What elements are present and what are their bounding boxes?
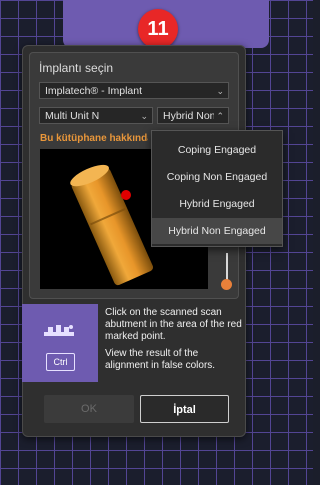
type-select[interactable]: Multi Unit N ⌄ xyxy=(39,107,153,124)
dialog-title: İmplantı seçin xyxy=(39,61,114,75)
ctrl-key-icon: Ctrl xyxy=(46,353,75,371)
scan-abutment-icon xyxy=(44,325,74,336)
instruction-line-2: View the result of the alignment in fals… xyxy=(105,348,216,371)
instruction-icon-box: Ctrl xyxy=(22,304,98,382)
step-number-badge: 11 xyxy=(138,9,178,49)
red-marked-point[interactable] xyxy=(121,190,131,200)
ok-button[interactable]: OK xyxy=(44,395,134,423)
cancel-button[interactable]: İptal xyxy=(140,395,229,423)
dropdown-item-coping-engaged[interactable]: Coping Engaged xyxy=(152,137,282,163)
dropdown-item-hybrid-non-engaged[interactable]: Hybrid Non Engaged xyxy=(152,218,282,244)
chevron-down-icon: ⌄ xyxy=(140,111,148,121)
chevron-down-icon: ⌄ xyxy=(216,86,224,96)
dropdown-item-hybrid-engaged[interactable]: Hybrid Engaged xyxy=(152,191,282,217)
instruction-line-1: Click on the scanned scan abutment in th… xyxy=(105,307,242,342)
type-select-value: Multi Unit N xyxy=(45,110,100,122)
library-select[interactable]: Implatech® - Implant ⌄ xyxy=(39,82,229,99)
slider-handle[interactable] xyxy=(221,279,232,290)
engagement-select[interactable]: Hybrid Non ⌃ xyxy=(157,107,229,124)
chevron-up-icon: ⌃ xyxy=(214,108,224,123)
instruction-area: Ctrl Click on the scanned scan abutment … xyxy=(22,304,244,382)
engagement-dropdown-menu: Coping Engaged Coping Non Engaged Hybrid… xyxy=(151,130,283,247)
engagement-select-value: Hybrid Non xyxy=(163,110,216,122)
dropdown-item-coping-non-engaged[interactable]: Coping Non Engaged xyxy=(152,164,282,190)
library-info-link[interactable]: Bu kütüphane hakkında xyxy=(40,133,148,144)
instruction-text: Click on the scanned scan abutment in th… xyxy=(105,307,243,377)
library-select-value: Implatech® - Implant xyxy=(45,85,143,97)
